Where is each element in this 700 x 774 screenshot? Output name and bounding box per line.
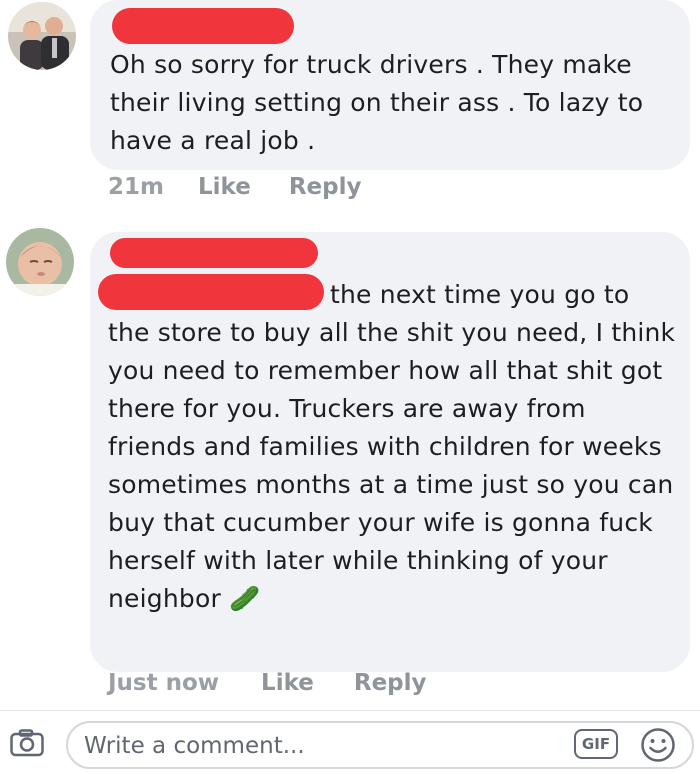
avatar-photo-icon [8,2,76,70]
like-button[interactable]: Like [261,670,314,696]
avatar-photo-icon [6,228,74,296]
comment-text: the next time you go to the store to buy… [108,276,678,618]
comment-body: the next time you go to the store to buy… [108,280,676,613]
avatar[interactable] [6,228,74,296]
cucumber-emoji: 🥒 [229,584,261,613]
like-button[interactable]: Like [198,174,251,200]
comment-input-box[interactable]: GIF [66,721,694,769]
redacted-name [110,238,318,268]
comments-page: Oh so sorry for truck drivers . They mak… [0,0,700,774]
comment-text: Oh so sorry for truck drivers . They mak… [110,50,644,155]
emoji-button[interactable] [640,727,676,763]
smiley-icon [641,728,675,762]
redacted-name [112,8,294,44]
comment-meta: 21m Like Reply [108,174,361,200]
comment-1: Oh so sorry for truck drivers . They mak… [0,0,700,210]
comment-timestamp: Just now [108,670,220,696]
comment-meta: Just now Like Reply [108,670,427,696]
camera-button[interactable] [10,729,44,757]
comment-2: the next time you go to the store to buy… [0,220,700,710]
gif-button[interactable]: GIF [574,729,618,759]
comment-input[interactable] [82,729,556,763]
reply-button[interactable]: Reply [354,670,427,696]
reply-button[interactable]: Reply [289,174,362,200]
avatar[interactable] [8,2,76,70]
comment-composer: GIF [0,710,700,774]
camera-icon [10,729,44,757]
comment-timestamp: 21m [108,174,164,200]
